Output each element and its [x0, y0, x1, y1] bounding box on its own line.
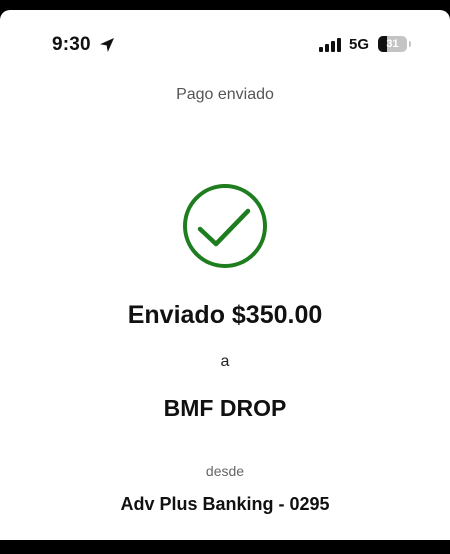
from-label: desde [205, 463, 245, 479]
payment-sent-screen: 9:30 5G 31 Pago enviado Enviado $350.00 … [0, 10, 450, 540]
network-type: 5G [349, 36, 370, 53]
source-account: Adv Plus Banking - 0295 [120, 494, 330, 514]
location-arrow-icon [100, 38, 114, 52]
checkmark-circle-icon [183, 184, 267, 268]
status-time: 9:30 [52, 34, 91, 55]
status-bar: 9:30 5G 31 [0, 10, 450, 60]
to-connector: a [220, 353, 230, 370]
battery-icon: 31 [378, 36, 407, 52]
recipient-name: BMF DROP [163, 395, 287, 421]
battery-level: 31 [386, 38, 399, 50]
sent-amount: Enviado $350.00 [127, 301, 323, 329]
page-title: Pago enviado [176, 86, 274, 103]
cellular-signal-icon [319, 38, 341, 52]
battery-tip [409, 41, 411, 47]
